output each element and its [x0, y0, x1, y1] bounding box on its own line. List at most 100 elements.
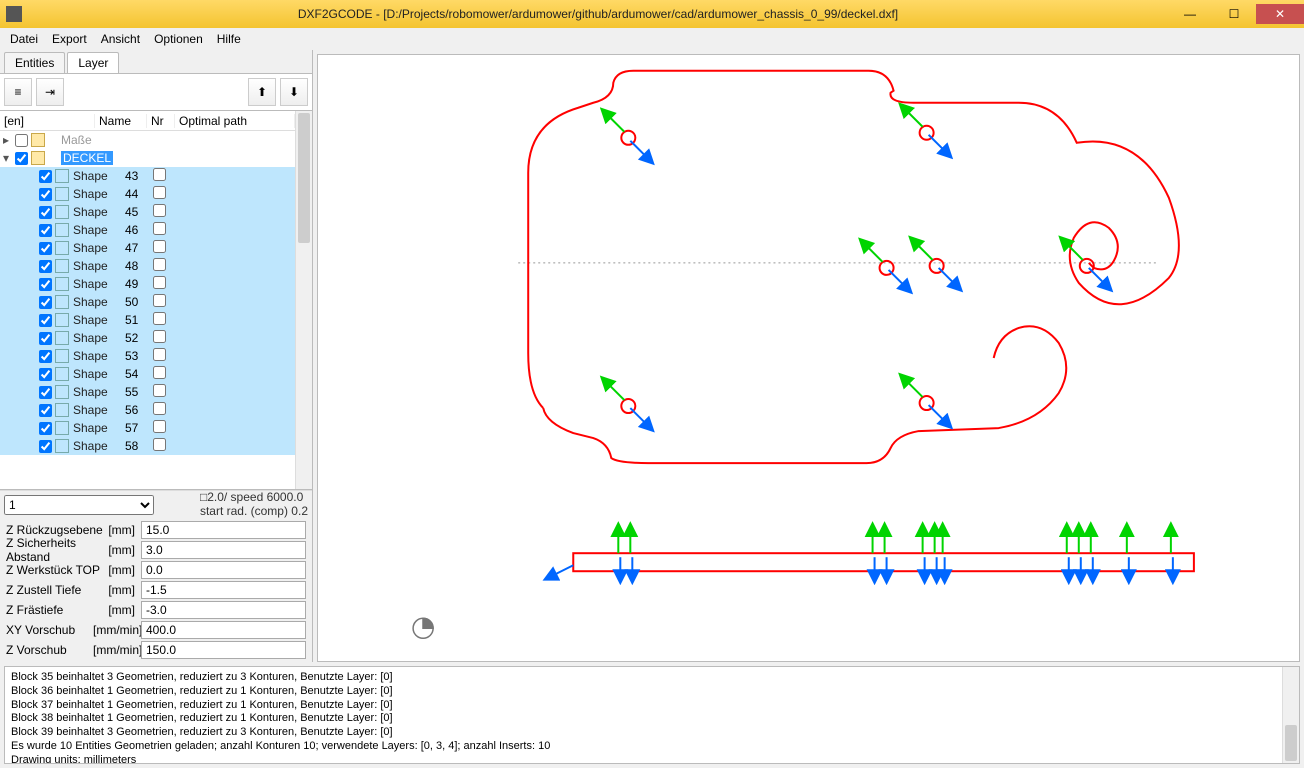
shape-checkbox[interactable] — [39, 350, 52, 363]
optimal-path-checkbox[interactable] — [153, 258, 166, 271]
shape-checkbox[interactable] — [39, 422, 52, 435]
param-input[interactable] — [141, 601, 306, 619]
col-nr[interactable]: Nr — [147, 114, 175, 128]
move-down-button[interactable]: ⬇ — [280, 78, 308, 106]
expander-icon[interactable]: ▾ — [0, 151, 12, 165]
close-button[interactable]: ✕ — [1256, 4, 1304, 24]
shape-row[interactable]: Shape48 — [0, 257, 295, 275]
shape-checkbox[interactable] — [39, 260, 52, 273]
shape-checkbox[interactable] — [39, 206, 52, 219]
shape-row[interactable]: Shape50 — [0, 293, 295, 311]
shape-row[interactable]: Shape43 — [0, 167, 295, 185]
shape-icon — [55, 349, 69, 363]
tool-select[interactable]: 1 — [4, 495, 154, 515]
param-input[interactable] — [141, 621, 306, 639]
menu-ansicht[interactable]: Ansicht — [101, 32, 140, 46]
shape-row[interactable]: Shape46 — [0, 221, 295, 239]
menu-export[interactable]: Export — [52, 32, 87, 46]
shape-checkbox[interactable] — [39, 242, 52, 255]
param-unit: [mm] — [106, 523, 141, 537]
shape-row[interactable]: Shape47 — [0, 239, 295, 257]
drawing-canvas[interactable] — [317, 54, 1300, 662]
optimal-path-checkbox[interactable] — [153, 186, 166, 199]
optimal-path-checkbox[interactable] — [153, 438, 166, 451]
shape-row[interactable]: Shape44 — [0, 185, 295, 203]
shape-checkbox[interactable] — [39, 296, 52, 309]
param-input[interactable] — [141, 521, 306, 539]
optimal-path-checkbox[interactable] — [153, 276, 166, 289]
log-scroll-thumb[interactable] — [1285, 725, 1297, 761]
optimal-path-checkbox[interactable] — [153, 204, 166, 217]
expander-icon[interactable]: ▸ — [0, 133, 12, 147]
layer-row[interactable]: ▾ DECKEL — [0, 149, 295, 167]
optimal-path-checkbox[interactable] — [153, 348, 166, 361]
shape-row[interactable]: Shape52 — [0, 329, 295, 347]
optimal-path-checkbox[interactable] — [153, 402, 166, 415]
menu-datei[interactable]: Datei — [10, 32, 38, 46]
tree-scrollbar[interactable] — [295, 111, 312, 489]
shape-checkbox[interactable] — [39, 188, 52, 201]
tree-scroll-thumb[interactable] — [298, 113, 310, 243]
log-line: Drawing units: millimeters — [11, 754, 1281, 765]
param-input[interactable] — [141, 581, 306, 599]
param-label: Z Frästiefe — [6, 603, 106, 617]
shape-label: Shape — [73, 421, 125, 435]
shape-nr: 55 — [125, 385, 153, 399]
optimal-path-checkbox[interactable] — [153, 312, 166, 325]
shape-label: Shape — [73, 385, 125, 399]
col-op[interactable]: Optimal path — [175, 114, 295, 128]
shape-row[interactable]: Shape53 — [0, 347, 295, 365]
param-unit: [mm] — [106, 583, 141, 597]
shape-row[interactable]: Shape56 — [0, 401, 295, 419]
shape-row[interactable]: Shape55 — [0, 383, 295, 401]
optimal-path-checkbox[interactable] — [153, 168, 166, 181]
tab-entities[interactable]: Entities — [4, 52, 65, 73]
shape-row[interactable]: Shape54 — [0, 365, 295, 383]
shape-row[interactable]: Shape51 — [0, 311, 295, 329]
col-en[interactable]: [en] — [0, 114, 95, 128]
shape-checkbox[interactable] — [39, 278, 52, 291]
menu-optionen[interactable]: Optionen — [154, 32, 203, 46]
shape-checkbox[interactable] — [39, 332, 52, 345]
shape-row[interactable]: Shape45 — [0, 203, 295, 221]
shape-checkbox[interactable] — [39, 368, 52, 381]
optimal-path-checkbox[interactable] — [153, 366, 166, 379]
optimal-path-checkbox[interactable] — [153, 384, 166, 397]
col-name[interactable]: Name — [95, 114, 147, 128]
layer-label: DECKEL — [61, 151, 113, 165]
shape-checkbox[interactable] — [39, 404, 52, 417]
param-input[interactable] — [141, 561, 306, 579]
shape-checkbox[interactable] — [39, 170, 52, 183]
optimal-path-checkbox[interactable] — [153, 294, 166, 307]
shape-checkbox[interactable] — [39, 440, 52, 453]
tab-layer[interactable]: Layer — [67, 52, 119, 73]
expand-all-button[interactable]: ⇥ — [36, 78, 64, 106]
shape-nr: 56 — [125, 403, 153, 417]
param-unit: [mm] — [106, 603, 141, 617]
maximize-button[interactable]: ☐ — [1212, 4, 1256, 24]
optimal-path-checkbox[interactable] — [153, 330, 166, 343]
layer-checkbox[interactable] — [15, 134, 28, 147]
layer-checkbox[interactable] — [15, 152, 28, 165]
collapse-all-button[interactable]: ≡ — [4, 78, 32, 106]
shape-checkbox[interactable] — [39, 314, 52, 327]
layer-row[interactable]: ▸ Maße — [0, 131, 295, 149]
param-input[interactable] — [141, 641, 306, 659]
log-scrollbar[interactable] — [1282, 667, 1299, 763]
shape-row[interactable]: Shape49 — [0, 275, 295, 293]
layer-label: Maße — [61, 133, 92, 147]
shape-checkbox[interactable] — [39, 386, 52, 399]
shape-checkbox[interactable] — [39, 224, 52, 237]
move-up-button[interactable]: ⬆ — [248, 78, 276, 106]
optimal-path-checkbox[interactable] — [153, 240, 166, 253]
menu-hilfe[interactable]: Hilfe — [217, 32, 241, 46]
shape-row[interactable]: Shape58 — [0, 437, 295, 455]
param-input[interactable] — [141, 541, 306, 559]
shape-row[interactable]: Shape57 — [0, 419, 295, 437]
shape-icon — [55, 367, 69, 381]
optimal-path-checkbox[interactable] — [153, 222, 166, 235]
minimize-button[interactable]: — — [1168, 4, 1212, 24]
shape-label: Shape — [73, 349, 125, 363]
shape-nr: 49 — [125, 277, 153, 291]
optimal-path-checkbox[interactable] — [153, 420, 166, 433]
